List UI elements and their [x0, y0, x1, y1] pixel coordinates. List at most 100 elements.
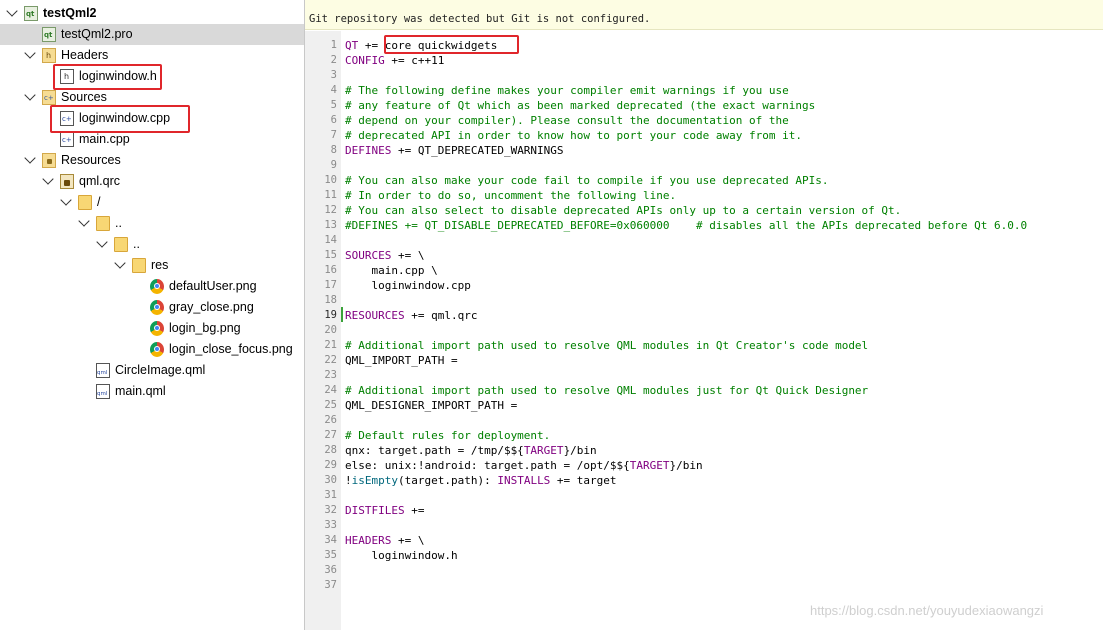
code-line[interactable]: qnx: target.path = /tmp/$${TARGET}/bin [345, 443, 597, 458]
line-number: 14 [324, 234, 337, 246]
chevron-down-icon[interactable] [42, 173, 54, 185]
chevron-down-icon[interactable] [24, 47, 36, 59]
code-line[interactable]: QML_IMPORT_PATH = [345, 353, 464, 368]
qml-file-icon [96, 384, 110, 399]
tree-item[interactable]: CircleImage.qml [0, 360, 304, 381]
code-line[interactable]: main.cpp \ [345, 263, 437, 278]
line-number: 16 [324, 264, 337, 276]
tree-item-label: login_bg.png [169, 321, 241, 335]
code-line[interactable]: # You can also select to disable depreca… [345, 203, 901, 218]
line-number: 9 [330, 159, 337, 171]
code-line[interactable]: RESOURCES += qml.qrc [345, 308, 477, 323]
line-number: 34 [324, 534, 337, 546]
tree-item[interactable]: testQml2 [0, 3, 304, 24]
line-number: 13 [324, 219, 337, 231]
chevron-down-icon[interactable] [114, 257, 126, 269]
code-token: DEFINES [345, 144, 392, 157]
code-line[interactable]: # any feature of Qt which as been marked… [345, 98, 815, 113]
code-line[interactable]: !isEmpty(target.path): INSTALLS += targe… [345, 473, 617, 488]
code-line[interactable]: #DEFINES += QT_DISABLE_DEPRECATED_BEFORE… [345, 218, 1027, 233]
png-file-icon [150, 342, 164, 357]
code-line[interactable]: SOURCES += \ [345, 248, 424, 263]
tree-item[interactable]: testQml2.pro [0, 24, 304, 45]
code-line[interactable]: else: unix:!android: target.path = /opt/… [345, 458, 703, 473]
tree-item-label: defaultUser.png [169, 279, 257, 293]
tree-item[interactable]: gray_close.png [0, 297, 304, 318]
tree-item[interactable]: login_bg.png [0, 318, 304, 339]
code-token: DISTFILES [345, 504, 405, 517]
folder-icon [114, 237, 128, 252]
code-line[interactable]: loginwindow.h [345, 548, 457, 563]
code-token: += QT_DEPRECATED_WARNINGS [391, 144, 564, 157]
code-token: # Default rules for deployment. [345, 429, 551, 442]
code-editor[interactable]: 1 2 3 4 5 6 7 8 9 10 11 12 13 14 15 16 17 18 19 20 21 22 23 24 2… [305, 31, 1103, 630]
tree-item[interactable]: / [0, 192, 304, 213]
code-token: }/bin [669, 459, 703, 472]
code-line[interactable]: CONFIG += c++11 [345, 53, 444, 68]
line-number: 11 [324, 189, 337, 201]
tree-item[interactable]: Headers [0, 45, 304, 66]
code-token: (target.path): [397, 474, 498, 487]
code-line[interactable]: # depend on your compiler). Please consu… [345, 113, 789, 128]
code-token: QT [345, 39, 359, 52]
code-token: QML_IMPORT_PATH = [345, 354, 465, 367]
code-line[interactable]: # Additional import path used to resolve… [345, 383, 868, 398]
line-number: 29 [324, 459, 337, 471]
tree-item-label: .. [115, 216, 122, 230]
line-number: 27 [324, 429, 337, 441]
code-line[interactable]: # You can also make your code fail to co… [345, 173, 828, 188]
pro-icon [24, 6, 38, 21]
tree-item[interactable]: login_close_focus.png [0, 339, 304, 360]
chevron-down-icon[interactable] [6, 5, 18, 17]
line-number: 33 [324, 519, 337, 531]
code-line[interactable]: loginwindow.cpp [345, 278, 471, 293]
tree-item-label: login_close_focus.png [169, 342, 293, 356]
tree-item[interactable]: defaultUser.png [0, 276, 304, 297]
tree-item[interactable]: .. [0, 213, 304, 234]
watermark: https://blog.csdn.net/youyudexiaowangzi [810, 603, 1044, 618]
tree-item[interactable]: Resources [0, 150, 304, 171]
code-line[interactable]: DEFINES += QT_DEPRECATED_WARNINGS [345, 143, 564, 158]
chevron-down-icon[interactable] [24, 89, 36, 101]
code-line[interactable]: # The following define makes your compil… [345, 83, 789, 98]
code-token: += [358, 39, 385, 52]
code-token: loginwindow.cpp [345, 279, 471, 292]
code-line[interactable]: # Additional import path used to resolve… [345, 338, 868, 353]
code-token: TARGET [523, 444, 564, 457]
code-token: ! [345, 474, 352, 487]
code-token: += qml.qrc [404, 309, 478, 322]
highlight-loginwindow-h [53, 64, 162, 90]
tree-item[interactable]: res [0, 255, 304, 276]
resources-folder-icon [42, 153, 56, 168]
tree-item[interactable]: .. [0, 234, 304, 255]
chevron-down-icon[interactable] [78, 215, 90, 227]
code-token: += \ [391, 249, 425, 262]
code-line[interactable]: DISTFILES += [345, 503, 431, 518]
code-token: # You can also select to disable depreca… [345, 204, 902, 217]
highlight-quickwidgets [384, 35, 519, 54]
line-number: 6 [330, 114, 337, 126]
line-number: 15 [324, 249, 337, 261]
line-number: 19 [324, 309, 337, 321]
code-line[interactable]: HEADERS += \ [345, 533, 424, 548]
tree-item-label: CircleImage.qml [115, 363, 206, 377]
code-line[interactable]: # deprecated API in order to know how to… [345, 128, 802, 143]
chevron-down-icon[interactable] [24, 152, 36, 164]
chevron-down-icon[interactable] [60, 194, 72, 206]
tree-item-label: .. [133, 237, 140, 251]
tree-item[interactable]: main.qml [0, 381, 304, 402]
code-line[interactable]: QML_DESIGNER_IMPORT_PATH = [345, 398, 524, 413]
chevron-down-icon[interactable] [96, 236, 108, 248]
qml-file-icon [96, 363, 110, 378]
line-number: 20 [324, 324, 337, 336]
code-token: CONFIG [345, 54, 385, 67]
tree-item[interactable]: qml.qrc [0, 171, 304, 192]
code-token: += c++11 [384, 54, 445, 67]
banner-top [305, 0, 1103, 8]
line-number: 36 [324, 564, 337, 576]
code-line[interactable]: # In order to do so, uncomment the follo… [345, 188, 676, 203]
line-number: 25 [324, 399, 337, 411]
code-line[interactable]: # Default rules for deployment. [345, 428, 550, 443]
line-number: 35 [324, 549, 337, 561]
tree-item-label: testQml2.pro [61, 27, 133, 41]
